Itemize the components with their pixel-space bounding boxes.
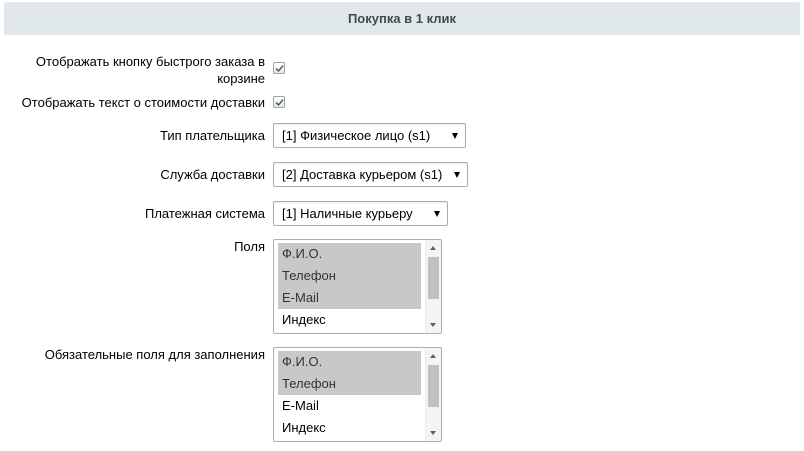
section-header: Покупка в 1 клик: [4, 2, 800, 35]
fields-options: Ф.И.О. Телефон E-Mail Индекс: [278, 243, 421, 331]
list-item[interactable]: Ф.И.О.: [278, 351, 421, 373]
list-item[interactable]: E-Mail: [278, 287, 421, 309]
payer-type-label: Тип плательщика: [160, 128, 265, 143]
checkmark-icon: [275, 99, 284, 107]
payment-system-select[interactable]: [1] Наличные курьеру: [273, 201, 448, 226]
list-item[interactable]: Телефон: [278, 373, 421, 395]
show-delivery-text-label: Отображать текст о стоимости доставки: [21, 95, 265, 110]
payment-system-label: Платежная система: [145, 206, 265, 221]
delivery-service-value: [2] Доставка курьером (s1): [282, 167, 443, 182]
scroll-up-icon[interactable]: [430, 246, 436, 250]
scroll-down-icon[interactable]: [430, 323, 436, 327]
payer-type-value: [1] Физическое лицо (s1): [282, 128, 431, 143]
required-fields-options: Ф.И.О. Телефон E-Mail Индекс: [278, 351, 421, 439]
scroll-thumb[interactable]: [428, 365, 439, 407]
payment-system-value: [1] Наличные курьеру: [282, 206, 413, 221]
fields-label: Поля: [234, 239, 265, 254]
delivery-service-label: Служба доставки: [160, 167, 265, 182]
list-item[interactable]: Индекс: [278, 309, 421, 331]
delivery-service-select[interactable]: [2] Доставка курьером (s1): [273, 162, 468, 187]
scroll-up-icon[interactable]: [430, 354, 436, 358]
scrollbar[interactable]: [425, 348, 441, 441]
list-item[interactable]: E-Mail: [278, 395, 421, 417]
list-item[interactable]: Телефон: [278, 265, 421, 287]
list-item[interactable]: Индекс: [278, 417, 421, 439]
scrollbar[interactable]: [425, 240, 441, 333]
required-fields-listbox[interactable]: Ф.И.О. Телефон E-Mail Индекс: [273, 347, 442, 442]
show-button-checkbox[interactable]: [273, 62, 285, 74]
fields-listbox[interactable]: Ф.И.О. Телефон E-Mail Индекс: [273, 239, 442, 334]
dropdown-arrow-icon: [452, 133, 458, 139]
show-button-label: Отображать кнопку быстрого заказа в корз…: [35, 54, 265, 86]
dropdown-arrow-icon: [454, 172, 460, 178]
section-title: Покупка в 1 клик: [347, 11, 457, 26]
checkmark-icon: [275, 65, 284, 73]
required-fields-label: Обязательные поля для заполнения: [44, 347, 265, 362]
dropdown-arrow-icon: [434, 211, 440, 217]
payer-type-select[interactable]: [1] Физическое лицо (s1): [273, 123, 466, 148]
show-delivery-text-checkbox[interactable]: [273, 96, 285, 108]
list-item[interactable]: Ф.И.О.: [278, 243, 421, 265]
scroll-down-icon[interactable]: [430, 431, 436, 435]
scroll-thumb[interactable]: [428, 257, 439, 299]
settings-panel: Покупка в 1 клик Отображать кнопку быстр…: [0, 0, 804, 451]
